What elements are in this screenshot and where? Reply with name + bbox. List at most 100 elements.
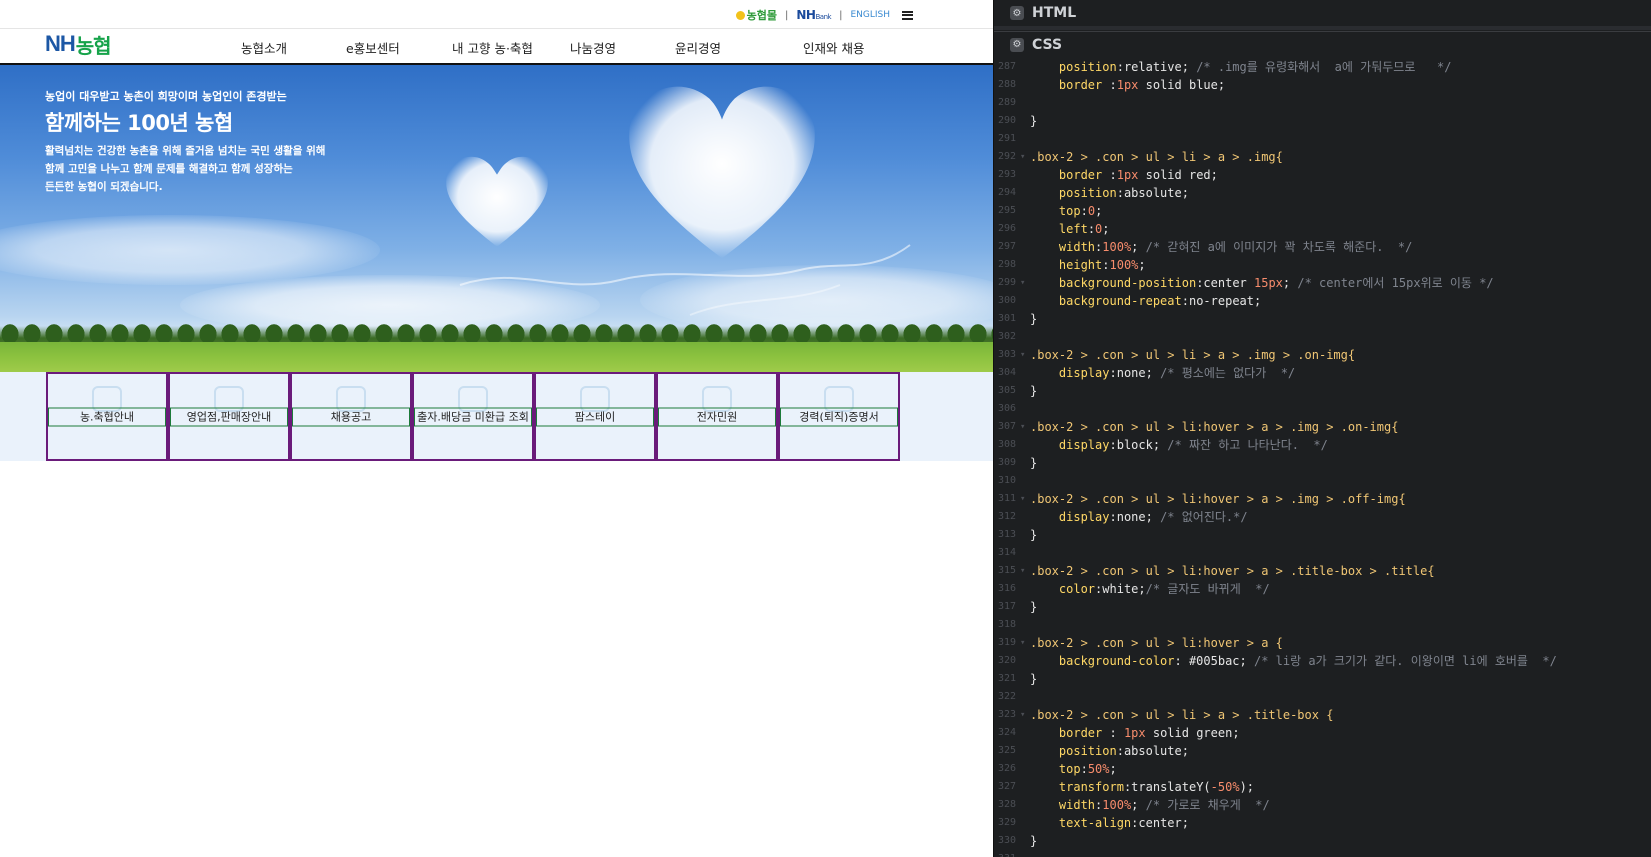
code-line[interactable]: 296 left:0; xyxy=(994,220,1651,238)
code-token: 1px xyxy=(1116,168,1139,182)
code-token: .box-2 > .con > ul > li > a > .img{ xyxy=(1030,150,1283,164)
code-line[interactable]: 316 color: white;/* 글자도 바뀌게 */ xyxy=(994,580,1651,598)
fold-arrow-icon[interactable]: ▾ xyxy=(1020,346,1030,364)
fold-arrow-icon[interactable]: ▾ xyxy=(1020,634,1030,652)
code-line[interactable]: 295 top:0; xyxy=(994,202,1651,220)
gear-icon[interactable]: ⚙ xyxy=(1010,37,1024,52)
fold-arrow-icon xyxy=(1020,454,1030,472)
code-token: 100% xyxy=(1102,798,1132,812)
code-line[interactable]: 331 xyxy=(994,850,1651,857)
fold-arrow-icon xyxy=(1020,436,1030,454)
code-line[interactable]: 329 text-align: center; xyxy=(994,814,1651,832)
code-line[interactable]: 321} xyxy=(994,670,1651,688)
code-line[interactable]: 319 ▾ .box-2 > .con > ul > li:hover > a { xyxy=(994,634,1651,652)
fold-arrow-icon xyxy=(1020,364,1030,382)
code-line[interactable]: 287 position: relative; /* .img를 유령화해서 a에… xyxy=(994,58,1651,76)
quick-item-dividend[interactable]: 출자.배당금 미환급 조회 xyxy=(412,372,534,461)
code-line[interactable]: 309} xyxy=(994,454,1651,472)
code-line[interactable]: 314 xyxy=(994,544,1651,562)
quick-item-farmstay[interactable]: 팜스테이 xyxy=(534,372,656,461)
code-line[interactable]: 308 display: block; /* 짜잔 하고 나타난다. */ xyxy=(994,436,1651,454)
code-line[interactable]: 305} xyxy=(994,382,1651,400)
code-line[interactable]: 306 xyxy=(994,400,1651,418)
code-token: /* 글자도 바뀌게 */ xyxy=(1145,582,1270,596)
code-token: 50% xyxy=(1087,762,1110,776)
fold-arrow-icon[interactable]: ▾ xyxy=(1020,148,1030,166)
code-line[interactable]: 327 transform: translateY(-50%); xyxy=(994,778,1651,796)
code-line[interactable]: 325 position: absolute; xyxy=(994,742,1651,760)
quick-menu-area: 농.축협안내 영업점,판매장안내 채용공고 출자.배당금 미환급 조회 팜스테이… xyxy=(0,372,993,461)
code-line[interactable]: 302 xyxy=(994,328,1651,346)
english-link[interactable]: ENGLISH xyxy=(850,10,890,20)
code-line[interactable]: 301} xyxy=(994,310,1651,328)
css-panel-header[interactable]: ⚙ CSS xyxy=(994,31,1651,57)
code-line[interactable]: 293 border :1px solid red; xyxy=(994,166,1651,184)
nh-bank-link[interactable]: NHBank xyxy=(796,8,831,22)
nh-mall-icon xyxy=(735,10,745,20)
code-line[interactable]: 303 ▾ .box-2 > .con > ul > li > a > .img >… xyxy=(994,346,1651,364)
code-token: background-position xyxy=(1058,276,1197,290)
code-line[interactable]: 330} xyxy=(994,832,1651,850)
nh-mall-link[interactable]: 농협몰 xyxy=(735,7,777,23)
code-line[interactable]: 289 xyxy=(994,94,1651,112)
css-code-area[interactable]: 287 position: relative; /* .img를 유령화해서 a에… xyxy=(994,58,1651,857)
code-line[interactable]: 297 width:100%; /* 갇혀진 a에 이미지가 꽉 차도록 해준다… xyxy=(994,238,1651,256)
code-token: } xyxy=(1030,672,1038,686)
fold-arrow-icon[interactable]: ▾ xyxy=(1020,490,1030,508)
code-line[interactable]: 311 ▾ .box-2 > .con > ul > li:hover > a > … xyxy=(994,490,1651,508)
code-token: border xyxy=(1058,78,1110,92)
code-line[interactable]: 299 ▾ background-position: center 15px; /*… xyxy=(994,274,1651,292)
code-line[interactable]: 292 ▾ .box-2 > .con > ul > li > a > .img{ xyxy=(994,148,1651,166)
nav-item-sharing[interactable]: 나눔경영 xyxy=(570,38,616,57)
line-number: 316 xyxy=(997,583,1016,594)
code-line[interactable]: 324 border : 1px solid green; xyxy=(994,724,1651,742)
code-token: : xyxy=(1095,240,1103,254)
code-line[interactable]: 315 ▾ .box-2 > .con > ul > li:hover > a > … xyxy=(994,562,1651,580)
code-line[interactable]: 304 display: none; /* 평소에는 없다가 */ xyxy=(994,364,1651,382)
code-line[interactable]: 328 width:100%; /* 가로로 채우게 */ xyxy=(994,796,1651,814)
code-line[interactable]: 291 xyxy=(994,130,1651,148)
code-token: ; xyxy=(1102,222,1110,236)
nav-item-recruit[interactable]: 인재와 채용 xyxy=(803,38,864,57)
code-line[interactable]: 290} xyxy=(994,112,1651,130)
code-line[interactable]: 300 background-repeat: no-repeat; xyxy=(994,292,1651,310)
code-line[interactable]: 288 border :1px solid blue; xyxy=(994,76,1651,94)
fold-arrow-icon xyxy=(1020,184,1030,202)
nav-item-pr-center[interactable]: e홍보센터 xyxy=(346,38,400,57)
quick-item-recruit[interactable]: 채용공고 xyxy=(290,372,412,461)
html-panel-header[interactable]: ⚙ HTML xyxy=(994,0,1651,26)
fold-arrow-icon[interactable]: ▾ xyxy=(1020,706,1030,724)
fold-arrow-icon xyxy=(1020,202,1030,220)
code-line[interactable]: 326 top:50%; xyxy=(994,760,1651,778)
code-line[interactable]: 322 xyxy=(994,688,1651,706)
quick-item-branch-guide[interactable]: 영업점,판매장안내 xyxy=(168,372,290,461)
code-line[interactable]: 298 height:100%; xyxy=(994,256,1651,274)
fold-arrow-icon[interactable]: ▾ xyxy=(1020,562,1030,580)
code-line[interactable]: 307 ▾ .box-2 > .con > ul > li:hover > a > … xyxy=(994,418,1651,436)
code-line[interactable]: 310 xyxy=(994,472,1651,490)
code-token: no-repeat xyxy=(1188,294,1254,308)
code-line[interactable]: 313} xyxy=(994,526,1651,544)
code-line[interactable]: 312 display: none; /* 없어진다.*/ xyxy=(994,508,1651,526)
code-token: width xyxy=(1058,798,1096,812)
quick-item-e-petition[interactable]: 전자민원 xyxy=(656,372,778,461)
nav-item-local-coop[interactable]: 내 고향 농·축협 xyxy=(452,38,533,57)
fold-arrow-icon xyxy=(1020,292,1030,310)
hamburger-menu-icon[interactable] xyxy=(902,10,913,20)
code-line[interactable]: 320 background-color: #005bac; /* li랑 a가… xyxy=(994,652,1651,670)
code-line[interactable]: 294 position: absolute; xyxy=(994,184,1651,202)
code-line[interactable]: 318 xyxy=(994,616,1651,634)
hero-desc-line: 함께 고민을 나누고 함께 문제를 해결하고 함께 성장하는 xyxy=(45,163,293,175)
fold-arrow-icon[interactable]: ▾ xyxy=(1020,274,1030,292)
nav-item-ethics[interactable]: 윤리경영 xyxy=(675,38,721,57)
code-token: translateY( xyxy=(1131,780,1211,794)
quick-item-certificate[interactable]: 경력(퇴직)증명서 xyxy=(778,372,900,461)
nav-item-about[interactable]: 농협소개 xyxy=(241,38,287,57)
quick-item-coop-guide[interactable]: 농.축협안내 xyxy=(46,372,168,461)
fold-arrow-icon[interactable]: ▾ xyxy=(1020,418,1030,436)
code-token: 15px xyxy=(1254,276,1283,290)
code-line[interactable]: 317} xyxy=(994,598,1651,616)
gear-icon[interactable]: ⚙ xyxy=(1010,6,1024,20)
code-line[interactable]: 323 ▾ .box-2 > .con > ul > li > a > .title… xyxy=(994,706,1651,724)
